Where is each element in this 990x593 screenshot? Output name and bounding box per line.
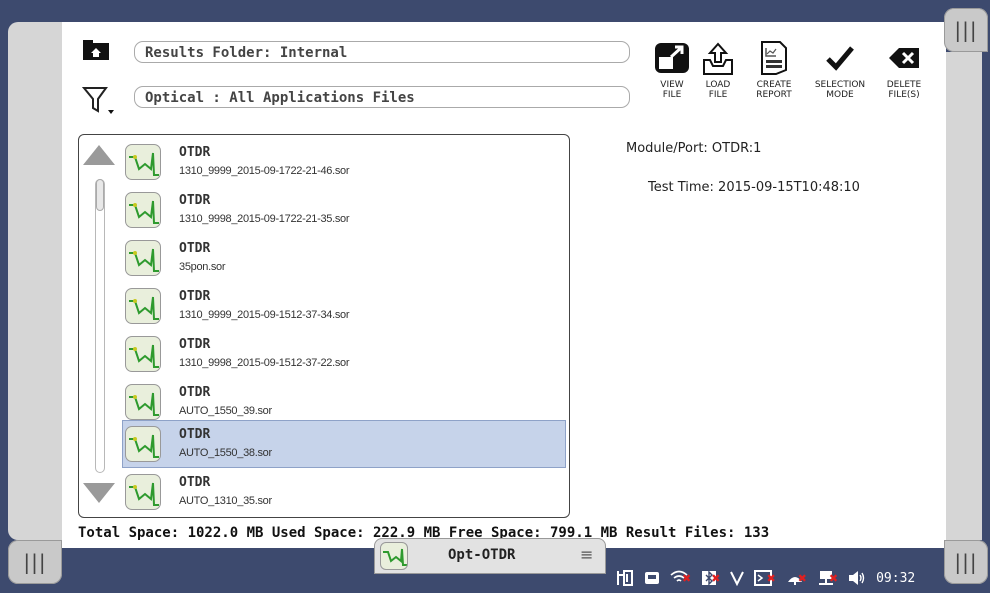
file-list-item[interactable]: OTDR 1310_9998_2015-09-1722-21-35.sor <box>123 187 565 233</box>
top-right-panel-handle[interactable]: ||| <box>944 8 988 52</box>
delete-icon <box>884 40 924 76</box>
view-file-icon <box>652 40 692 76</box>
delete-files-button[interactable]: DELETE FILE(S) <box>874 40 934 110</box>
otdr-trace-icon <box>125 288 161 324</box>
delete-files-label: DELETE FILE(S) <box>886 80 922 100</box>
network-off-icon: ✖ <box>817 570 838 586</box>
file-type-label: OTDR <box>179 289 211 304</box>
selection-mode-label: SELECTION MODE <box>814 80 866 100</box>
otdr-trace-icon <box>125 384 161 420</box>
filter-icon[interactable] <box>81 84 116 118</box>
file-list-item[interactable]: OTDR 1310_9999_2015-09-1512-37-34.sor <box>123 283 565 329</box>
vpn-icon <box>730 570 745 586</box>
file-list[interactable]: OTDR 1310_9999_2015-09-1722-21-46.sor OTDR… <box>78 134 570 518</box>
file-list-item[interactable]: OTDR 1310_9999_2015-09-1722-21-46.sor <box>123 139 565 185</box>
error-x-icon: ✖ <box>711 571 721 585</box>
checkmark-icon <box>820 40 860 76</box>
file-name-label: AUTO_1550_38.sor <box>179 447 272 459</box>
file-list-item[interactable]: OTDR AUTO_1550_39.sor <box>123 379 565 425</box>
otdr-trace-icon <box>125 192 161 228</box>
top-frame <box>0 0 990 14</box>
bluetooth-off-icon: ✖ <box>701 570 720 586</box>
otdr-trace-icon <box>125 426 161 462</box>
scroll-down-arrow-icon[interactable] <box>83 483 115 503</box>
file-name-label: 35pon.sor <box>179 261 226 273</box>
file-name-label: 1310_9998_2015-09-1512-37-22.sor <box>179 357 350 369</box>
file-type-label: OTDR <box>179 385 211 400</box>
storage-icon <box>644 570 660 586</box>
bottom-right-panel-handle[interactable]: ||| <box>944 540 988 584</box>
create-report-icon <box>754 40 794 76</box>
app-tab-label: Opt-OTDR <box>448 547 516 563</box>
file-type-label: OTDR <box>179 427 211 442</box>
satellite-off-icon: ✖ <box>786 570 807 586</box>
bottom-left-panel-handle[interactable]: ||| <box>8 540 62 584</box>
system-tray: ✖ ✖ ✖ ✖ ✖ 09:32 <box>616 566 915 590</box>
file-list-item[interactable]: OTDR AUTO_1310_35.sor <box>123 469 565 515</box>
error-x-icon: ✖ <box>797 571 807 585</box>
file-list-item[interactable]: OTDR 35pon.sor <box>123 235 565 281</box>
app-menu-icon[interactable]: ≡ <box>580 545 593 564</box>
scroll-up-arrow-icon[interactable] <box>83 145 115 165</box>
otdr-trace-icon <box>125 144 161 180</box>
file-name-label: 1310_9998_2015-09-1722-21-35.sor <box>179 213 350 225</box>
file-name-label: AUTO_1550_39.sor <box>179 405 272 417</box>
create-report-label: CREATE REPORT <box>756 80 792 100</box>
error-x-icon: ✖ <box>766 571 776 585</box>
file-type-label: OTDR <box>179 145 211 160</box>
speaker-icon[interactable] <box>848 570 866 586</box>
load-file-label: LOAD FILE <box>705 80 731 100</box>
clock: 09:32 <box>876 570 916 586</box>
create-report-button[interactable]: CREATE REPORT <box>744 40 804 110</box>
module-port-text: Module/Port: OTDR:1 <box>626 141 762 156</box>
file-list-item[interactable]: OTDR 1310_9998_2015-09-1512-37-22.sor <box>123 331 565 377</box>
otdr-app-icon <box>380 542 408 570</box>
file-filter-field[interactable]: Optical : All Applications Files <box>134 86 630 108</box>
results-folder-field[interactable]: Results Folder: Internal <box>134 41 630 63</box>
file-type-label: OTDR <box>179 241 211 256</box>
scroll-track[interactable] <box>95 179 105 473</box>
left-rail <box>8 22 62 540</box>
power-plug-icon <box>616 569 634 587</box>
file-name-label: AUTO_1310_35.sor <box>179 495 272 507</box>
file-name-label: 1310_9999_2015-09-1512-37-34.sor <box>179 309 350 321</box>
load-file-button[interactable]: LOAD FILE <box>688 40 748 110</box>
file-type-label: OTDR <box>179 475 211 490</box>
app-tab-opt-otdr[interactable]: Opt-OTDR ≡ <box>374 538 606 574</box>
otdr-trace-icon <box>125 336 161 372</box>
otdr-trace-icon <box>125 474 161 510</box>
scroll-thumb[interactable] <box>96 179 104 211</box>
error-x-icon: ✖ <box>682 571 692 585</box>
selection-mode-button[interactable]: SELECTION MODE <box>810 40 870 110</box>
folder-home-icon[interactable] <box>83 40 109 60</box>
right-rail <box>946 52 982 540</box>
file-name-label: 1310_9999_2015-09-1722-21-46.sor <box>179 165 350 177</box>
file-type-label: OTDR <box>179 193 211 208</box>
test-time-text: Test Time: 2015-09-15T10:48:10 <box>648 180 860 195</box>
list-scrollbar[interactable] <box>79 135 119 517</box>
load-file-icon <box>698 40 738 76</box>
file-list-item[interactable]: OTDR AUTO_1550_38.sor <box>122 420 566 468</box>
terminal-off-icon: ✖ <box>754 570 776 586</box>
file-type-label: OTDR <box>179 337 211 352</box>
otdr-trace-icon <box>125 240 161 276</box>
wifi-off-icon: ✖ <box>670 570 691 586</box>
error-x-icon: ✖ <box>828 571 839 585</box>
